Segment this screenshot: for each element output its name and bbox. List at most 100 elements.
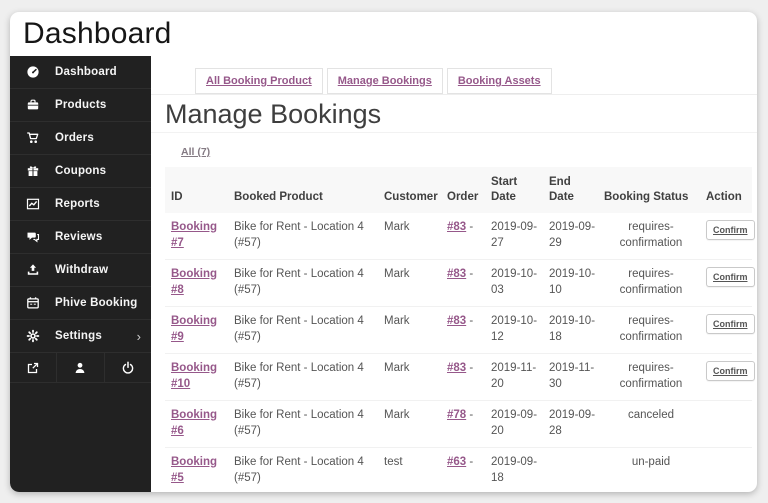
- customer-cell: test: [378, 447, 441, 492]
- booking-status-cell: requires-confirmation: [598, 306, 700, 354]
- end-date-cell: [543, 447, 598, 492]
- dashboard-card: Dashboard Dashboard Products Orders Coup…: [10, 12, 757, 492]
- section-header: Manage Bookings: [151, 95, 757, 133]
- booking-status-cell: requires-confirmation: [598, 259, 700, 307]
- external-link-icon: [26, 361, 40, 375]
- sidebar-item-reports[interactable]: Reports: [10, 188, 151, 221]
- booking-id-link[interactable]: Booking #6: [171, 409, 217, 437]
- booked-product-cell: Bike for Rent - Location 4 (#57): [228, 447, 378, 492]
- order-suffix: -: [469, 221, 474, 233]
- confirm-button[interactable]: Confirm: [706, 267, 755, 287]
- tab-all-booking-product[interactable]: All Booking Product: [195, 68, 323, 94]
- sidebar-item-label: Phive Booking: [55, 297, 138, 309]
- order-link[interactable]: #63: [447, 456, 466, 468]
- tab-link[interactable]: All Booking Product: [206, 75, 312, 87]
- sidebar-item-settings[interactable]: Settings ›: [10, 320, 151, 353]
- order-link[interactable]: #83: [447, 268, 466, 280]
- booking-id-link[interactable]: Booking #5: [171, 456, 217, 484]
- start-date-cell: 2019-09-27: [491, 221, 538, 249]
- chart-icon: [23, 197, 43, 211]
- briefcase-icon: [23, 98, 43, 112]
- comments-icon: [23, 230, 43, 244]
- sidebar-item-label: Products: [55, 99, 107, 111]
- order-link[interactable]: #83: [447, 315, 466, 327]
- end-date-cell: 2019-10-10: [543, 259, 598, 307]
- table-row: Booking #10 Bike for Rent - Location 4 (…: [165, 353, 755, 401]
- tab-bar: All Booking Product Manage Bookings Book…: [151, 56, 757, 95]
- booking-id-link[interactable]: Booking #10: [171, 362, 217, 390]
- order-link[interactable]: #83: [447, 221, 466, 233]
- booked-product-cell: Bike for Rent - Location 4 (#57): [234, 221, 364, 249]
- end-date-cell: 2019-09-28: [543, 400, 598, 448]
- customer-cell: Mark: [378, 306, 441, 354]
- power-icon: [121, 361, 135, 375]
- booking-id-link[interactable]: Booking #8: [171, 268, 217, 296]
- confirm-button[interactable]: Confirm: [706, 361, 755, 381]
- bookings-table: ID Booked Product Customer Order Start D…: [165, 167, 755, 492]
- booking-status-cell: requires-confirmation: [598, 353, 700, 401]
- tab-booking-assets[interactable]: Booking Assets: [446, 68, 552, 94]
- sidebar-item-label: Reports: [55, 198, 100, 210]
- column-header-booking-status: Booking Status: [598, 167, 700, 213]
- sidebar-item-dashboard[interactable]: Dashboard: [10, 56, 151, 89]
- start-date-cell: 2019-09-20: [485, 400, 543, 448]
- sidebar-item-products[interactable]: Products: [10, 89, 151, 122]
- end-date-cell: 2019-11-30: [543, 353, 598, 401]
- main-content: All Booking Product Manage Bookings Book…: [151, 56, 757, 492]
- status-filter: All (7): [181, 145, 757, 159]
- confirm-button[interactable]: Confirm: [706, 220, 755, 240]
- logout-button[interactable]: [105, 353, 151, 382]
- end-date-cell: 2019-10-18: [543, 306, 598, 354]
- calendar-icon: [23, 296, 43, 310]
- filter-all-link[interactable]: All (7): [181, 146, 210, 158]
- order-suffix: -: [469, 362, 474, 374]
- end-date-cell: 2019-09-29: [549, 221, 596, 249]
- column-header-order: Order: [441, 167, 485, 213]
- table-row: Booking #9 Bike for Rent - Location 4 (#…: [165, 306, 755, 354]
- gift-icon: [23, 164, 43, 178]
- sidebar-item-coupons[interactable]: Coupons: [10, 155, 151, 188]
- sidebar-item-phive-booking[interactable]: Phive Booking: [10, 287, 151, 320]
- storefront-link-button[interactable]: [10, 353, 58, 382]
- sidebar-item-reviews[interactable]: Reviews: [10, 221, 151, 254]
- chevron-right-icon: ›: [136, 328, 141, 344]
- cart-icon: [23, 131, 43, 145]
- booking-status-cell: canceled: [598, 400, 700, 448]
- start-date-cell: 2019-11-20: [485, 353, 543, 401]
- tab-manage-bookings[interactable]: Manage Bookings: [326, 68, 443, 94]
- booking-id-link[interactable]: Booking #9: [171, 315, 217, 343]
- tab-link[interactable]: Booking Assets: [458, 75, 541, 87]
- order-suffix: -: [469, 456, 474, 468]
- table-row: Booking #7 Bike for Rent - Location 4 (#…: [165, 213, 755, 260]
- order-link[interactable]: #83: [447, 362, 466, 374]
- sidebar-item-orders[interactable]: Orders: [10, 122, 151, 155]
- customer-cell: Mark: [378, 353, 441, 401]
- order-suffix: -: [469, 409, 474, 421]
- tab-link[interactable]: Manage Bookings: [338, 75, 432, 87]
- action-cell-empty: [700, 400, 752, 448]
- table-row: Booking #8 Bike for Rent - Location 4 (#…: [165, 259, 755, 307]
- booking-id-link[interactable]: Booking #7: [171, 221, 217, 249]
- booking-status-cell: requires-confirmation: [619, 221, 683, 249]
- booked-product-cell: Bike for Rent - Location 4 (#57): [228, 259, 378, 307]
- booked-product-cell: Bike for Rent - Location 4 (#57): [228, 306, 378, 354]
- sidebar-item-label: Orders: [55, 132, 94, 144]
- sidebar: Dashboard Products Orders Coupons Report…: [10, 56, 151, 492]
- section-title: Manage Bookings: [165, 99, 382, 129]
- column-header-action: Action: [700, 167, 752, 213]
- start-date-cell: 2019-10-03: [485, 259, 543, 307]
- sidebar-item-label: Dashboard: [55, 66, 117, 78]
- profile-button[interactable]: [57, 353, 105, 382]
- table-row: Booking #6 Bike for Rent - Location 4 (#…: [165, 400, 752, 448]
- upload-icon: [23, 263, 43, 277]
- sidebar-item-label: Coupons: [55, 165, 107, 177]
- column-header-end-date: End Date: [543, 167, 598, 213]
- sidebar-item-withdraw[interactable]: Withdraw: [10, 254, 151, 287]
- order-link[interactable]: #78: [447, 409, 466, 421]
- gear-icon: [23, 329, 43, 343]
- confirm-button[interactable]: Confirm: [706, 314, 755, 334]
- booking-status-cell: un-paid: [598, 447, 700, 492]
- column-header-booked-product: Booked Product: [228, 167, 378, 213]
- start-date-cell: 2019-09-18: [485, 447, 543, 492]
- action-cell-empty: [700, 447, 752, 492]
